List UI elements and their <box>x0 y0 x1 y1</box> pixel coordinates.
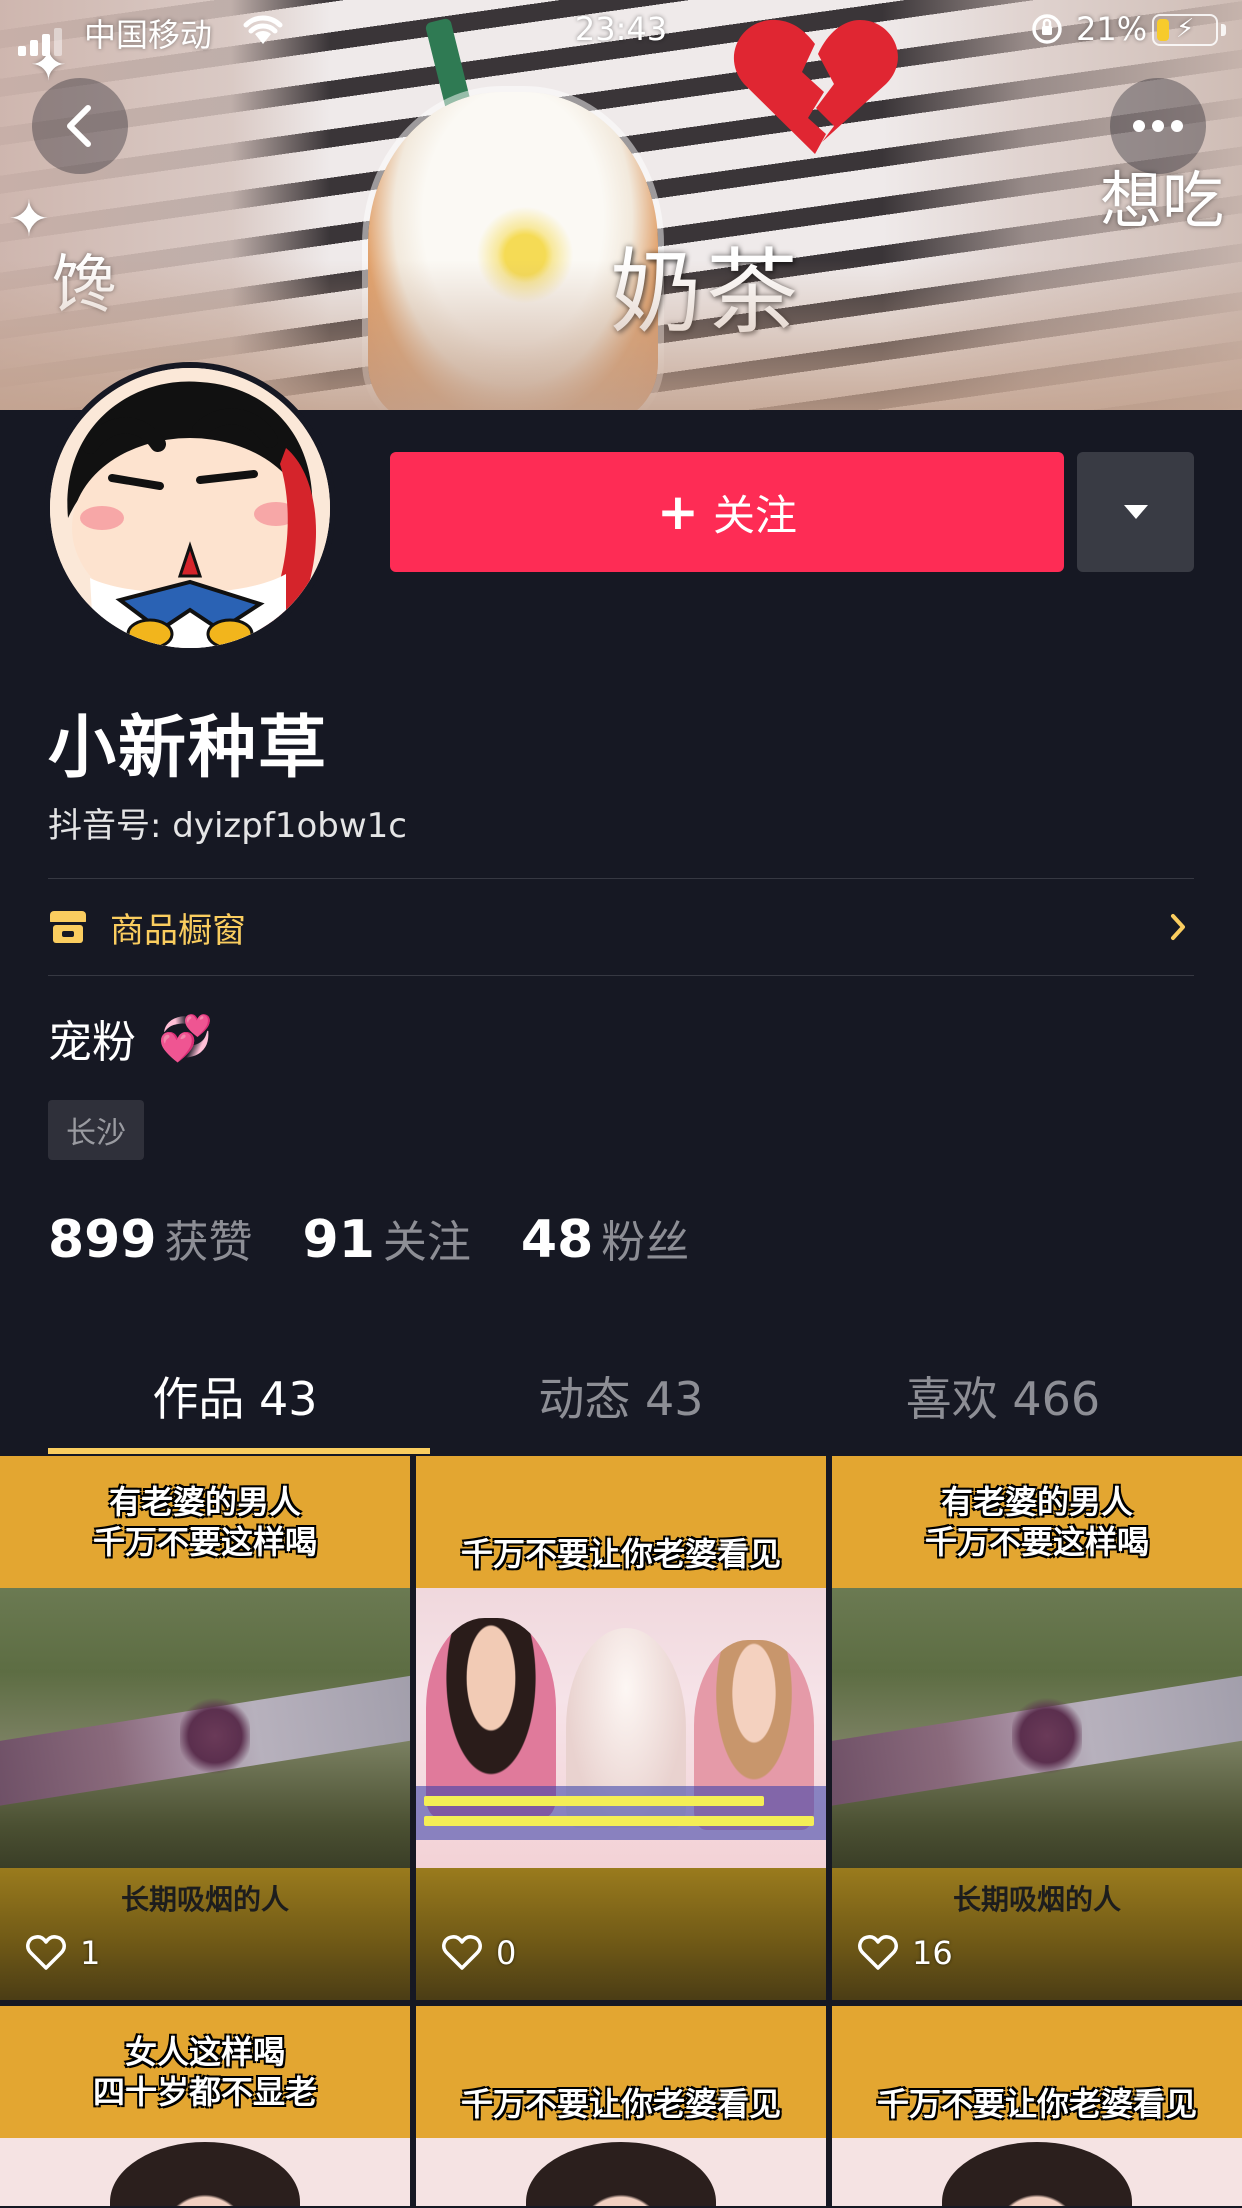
stat-number: 48 <box>520 1210 594 1270</box>
subtitle-line <box>424 1796 764 1806</box>
like-count: 16 <box>858 1934 953 1972</box>
shop-window-label: 商品橱窗 <box>110 910 246 951</box>
heart-outline-icon <box>26 1935 66 1970</box>
like-count: 0 <box>442 1934 516 1972</box>
like-count-value: 0 <box>496 1934 517 1972</box>
video-thumbnail[interactable]: 有老婆的男人 千万不要这样喝 长期吸烟的人 16 <box>832 1456 1242 2000</box>
person-image <box>526 2142 716 2206</box>
profile-stats: 899 获赞 91 关注 48 粉丝 <box>48 1206 739 1270</box>
more-options-button[interactable] <box>1110 78 1206 174</box>
video-thumbnail[interactable]: 有老婆的男人 千万不要这样喝 长期吸烟的人 1 <box>0 1456 410 2000</box>
stat-label: 获赞 <box>164 1217 253 1268</box>
charging-bolt-icon: ⚡ <box>1176 14 1195 44</box>
follow-button-label: 关注 <box>712 490 797 540</box>
stat-likes: 899 获赞 <box>48 1206 253 1270</box>
stat-label: 粉丝 <box>601 1217 690 1268</box>
thumbnail-caption: 千万不要让你老婆看见 <box>416 2006 826 2138</box>
video-grid: 有老婆的男人 千万不要这样喝 长期吸烟的人 1 千万不要让你老婆看见 0 有老婆… <box>0 1456 1242 2208</box>
cigarette-ash <box>180 1696 250 1776</box>
caption-line: 有老婆的男人 <box>108 1483 301 1521</box>
profile-bio: 宠粉 💞 <box>48 1006 213 1070</box>
recommend-dropdown-button[interactable] <box>1077 452 1194 572</box>
battery-percent: 21% <box>1076 10 1148 48</box>
stat-following[interactable]: 91 关注 <box>303 1206 471 1270</box>
follow-button[interactable]: + 关注 <box>390 452 1064 572</box>
caption-line: 有老婆的男人 <box>940 1483 1133 1521</box>
tab-works[interactable]: 作品 43 <box>28 1340 442 1452</box>
divider <box>48 878 1194 879</box>
chevron-left-icon <box>67 105 91 147</box>
caret-down-icon <box>1123 505 1148 519</box>
caption-line: 四十岁都不显老 <box>92 2073 317 2111</box>
shop-window-row[interactable]: 商品橱窗 <box>48 880 1194 974</box>
like-count: 1 <box>26 1934 100 1972</box>
battery-cap <box>1221 24 1226 36</box>
caption-line: 千万不要让你老婆看见 <box>876 2085 1197 2123</box>
like-count-value: 16 <box>912 1934 953 1972</box>
profile-nickname: 小新种草 <box>48 709 329 788</box>
thumbnail-bottom-caption: 长期吸烟的人 <box>952 1883 1121 1916</box>
tab-dynamics[interactable]: 动态 43 <box>414 1340 828 1452</box>
person-image <box>942 2142 1132 2206</box>
thumbnail-caption: 有老婆的男人 千万不要这样喝 <box>832 1456 1242 1588</box>
stat-number: 91 <box>302 1210 375 1270</box>
chevron-right-icon <box>1171 914 1185 940</box>
avatar[interactable] <box>44 362 336 654</box>
store-icon <box>50 911 86 943</box>
location-tag: 长沙 <box>48 1100 144 1160</box>
two-hearts-icon: 💞 <box>158 1013 213 1064</box>
thumbnail-caption: 千万不要让你老婆看见 <box>416 1456 826 1588</box>
cigarette-ash <box>1012 1696 1082 1776</box>
caption-line: 千万不要让你老婆看见 <box>460 2085 781 2123</box>
subtitle-line <box>424 1816 814 1826</box>
thumbnail-bottom-caption: 长期吸烟的人 <box>120 1883 289 1916</box>
heart-outline-icon <box>858 1935 898 1970</box>
battery-icon: ⚡ <box>1152 14 1218 46</box>
plus-icon: + <box>657 483 699 541</box>
rotation-lock-icon <box>1032 14 1062 44</box>
video-thumbnail[interactable]: 女人这样喝 四十岁都不显老 <box>0 2006 410 2206</box>
thumbnail-caption: 有老婆的男人 千万不要这样喝 <box>0 1456 410 1588</box>
status-bar: 中国移动 23:43 21% ⚡ <box>0 0 1242 60</box>
sparkle-icon: ✦ <box>8 190 50 248</box>
person-image <box>110 2142 300 2206</box>
bio-text: 宠粉 <box>48 1017 136 1068</box>
douyin-id: 抖音号: dyizpf1obw1c <box>48 806 407 846</box>
caption-line: 千万不要让你老婆看见 <box>460 1535 781 1573</box>
video-thumbnail[interactable]: 千万不要让你老婆看见 0 <box>416 1456 826 2000</box>
caption-line: 千万不要这样喝 <box>92 1523 317 1561</box>
avatar-image <box>50 368 330 648</box>
cigarette-image <box>832 1588 1242 1868</box>
thumbnail-caption: 千万不要让你老婆看见 <box>832 2006 1242 2138</box>
back-button[interactable] <box>32 78 128 174</box>
profile-page: ✦ ✦ 馋 奶茶 想吃 中国移动 23:43 21% ⚡ <box>0 0 1242 2208</box>
subtitle-bar <box>416 1786 826 1840</box>
caption-line: 女人这样喝 <box>124 2033 285 2071</box>
tv-studio-image <box>416 1588 826 1868</box>
stat-followers[interactable]: 48 粉丝 <box>521 1206 689 1270</box>
active-tab-indicator <box>48 1448 430 1454</box>
profile-banner: ✦ ✦ 馋 奶茶 想吃 <box>0 0 1242 410</box>
stat-number: 899 <box>48 1210 157 1270</box>
divider <box>48 975 1194 976</box>
thumbnail-caption: 女人这样喝 四十岁都不显老 <box>0 2006 410 2138</box>
battery-fill <box>1157 19 1169 41</box>
video-thumbnail[interactable]: 千万不要让你老婆看见 <box>416 2006 826 2206</box>
video-thumbnail[interactable]: 千万不要让你老婆看见 <box>832 2006 1242 2206</box>
heart-outline-icon <box>442 1935 482 1970</box>
more-dots-icon <box>1133 120 1183 132</box>
caption-line: 千万不要这样喝 <box>924 1523 1149 1561</box>
cartoon-boy-avatar-image <box>50 368 330 648</box>
tab-likes[interactable]: 喜欢 466 <box>796 1340 1210 1452</box>
cigarette-image <box>0 1588 410 1868</box>
like-count-value: 1 <box>80 1934 101 1972</box>
location-text: 长沙 <box>66 1116 126 1151</box>
stat-label: 关注 <box>382 1217 471 1268</box>
content-tabs: 作品 43 动态 43 喜欢 466 <box>0 1340 1242 1456</box>
